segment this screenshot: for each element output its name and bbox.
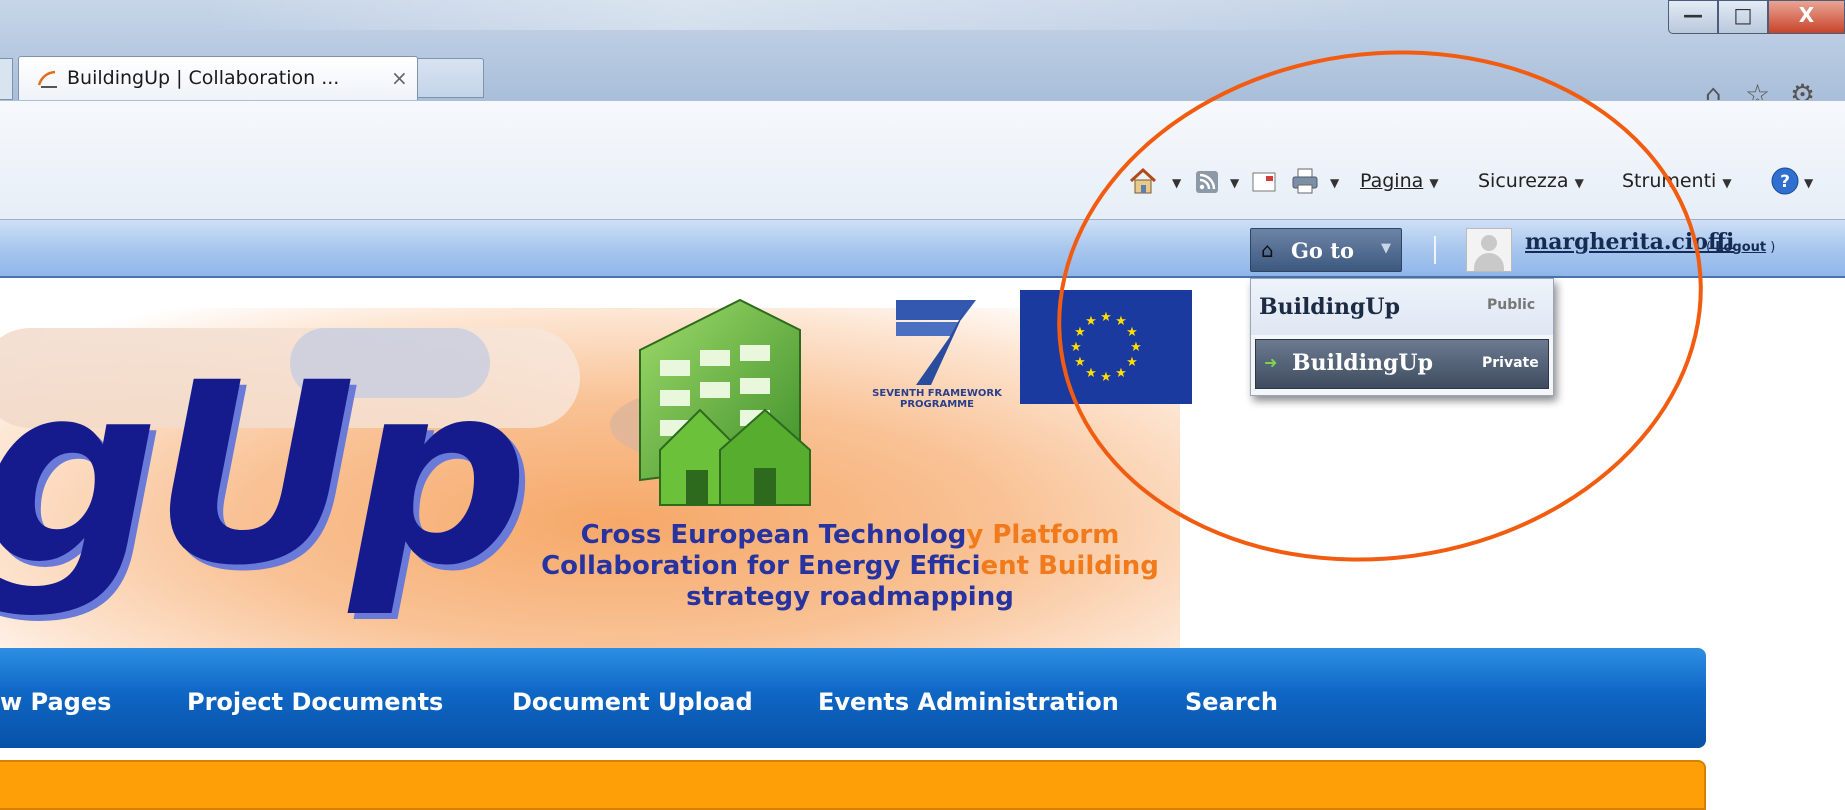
nav-item-document-upload[interactable]: Document Upload	[512, 688, 753, 716]
fp7-caption: SEVENTH FRAMEWORK PROGRAMME	[872, 388, 1002, 410]
site-favicon-icon	[37, 70, 57, 88]
goto-label: Go to	[1291, 238, 1354, 263]
chevron-down-icon: ▼	[1574, 176, 1584, 190]
tagline-line-2: Collaboration for Energy Efficient Build…	[480, 551, 1220, 582]
home-dropdown-icon[interactable]: ▼	[1172, 176, 1181, 190]
avatar-head	[1481, 235, 1497, 251]
menu-sicurezza[interactable]: Sicurezza ▼	[1478, 170, 1584, 192]
building-logo-icon	[639, 298, 811, 506]
tagline-line-1-orange: y Platform	[966, 520, 1120, 550]
svg-text:★: ★	[1070, 340, 1082, 355]
tab-title: BuildingUp | Collaboration ...	[67, 67, 340, 89]
tagline-line-3: strategy roadmapping	[686, 582, 1014, 612]
tagline-line-2-blue: Collaboration for Energy Effici	[541, 551, 981, 581]
rss-dropdown-icon[interactable]: ▼	[1230, 176, 1239, 190]
menu-pagina[interactable]: Pagina ▼	[1360, 170, 1439, 192]
nav-item-pages[interactable]: w Pages	[0, 688, 111, 716]
logout-close-paren: )	[1766, 240, 1776, 255]
menu-item-label: BuildingUp	[1292, 350, 1433, 376]
username-link[interactable]: margherita.cioffi	[1525, 229, 1734, 255]
svg-text:★: ★	[1126, 325, 1138, 340]
menu-pagina-label: Pagina	[1360, 170, 1424, 192]
svg-text:★: ★	[1085, 314, 1097, 329]
minimize-icon: —	[1683, 3, 1703, 27]
svg-text:★: ★	[1074, 355, 1086, 370]
help-dropdown-icon[interactable]: ▼	[1804, 176, 1813, 190]
print-icon[interactable]	[1290, 166, 1320, 196]
nav-item-search[interactable]: Search	[1185, 688, 1278, 716]
print-dropdown-icon[interactable]: ▼	[1330, 176, 1339, 190]
goto-dropdown-menu: BuildingUp Public ➜ BuildingUp Private	[1250, 278, 1554, 396]
new-tab-button[interactable]	[418, 58, 484, 98]
tagline-line-2-orange: ent Building	[980, 551, 1159, 581]
chevron-down-icon: ▼	[1429, 176, 1439, 190]
menu-item-tag: Public	[1487, 297, 1536, 313]
window-close-button[interactable]: X	[1768, 0, 1845, 34]
tagline-line-1: Cross European Technology Platform	[480, 520, 1220, 551]
tab-close-icon[interactable]: ×	[391, 66, 408, 90]
svg-text:★: ★	[1126, 355, 1138, 370]
close-icon: X	[1798, 3, 1815, 27]
active-tab[interactable]: BuildingUp | Collaboration ... ×	[18, 56, 418, 100]
nav-item-events-administration[interactable]: Events Administration	[818, 688, 1119, 716]
avatar-body	[1474, 253, 1504, 271]
nav-item-project-documents[interactable]: Project Documents	[187, 688, 443, 716]
banner-tagline: Cross European Technology Platform Colla…	[480, 520, 1220, 613]
main-nav-bar: w Pages Project Documents Document Uploa…	[0, 648, 1706, 748]
svg-text:★: ★	[1085, 366, 1097, 381]
svg-text:★: ★	[1100, 310, 1112, 325]
eu-flag-icon: ★ ★★ ★★★ ★★★ ★★★	[1020, 290, 1192, 404]
home-icon: ⌂	[1261, 238, 1274, 262]
menu-sicurezza-label: Sicurezza	[1478, 170, 1569, 192]
fp7-logo-icon	[896, 300, 976, 385]
rss-icon[interactable]	[1195, 170, 1219, 194]
window-minimize-button[interactable]: —	[1668, 0, 1718, 34]
maximize-icon: □	[1733, 3, 1753, 27]
previous-tab[interactable]	[0, 58, 13, 100]
logout-link[interactable]: Logout	[1715, 240, 1766, 255]
svg-text:?: ?	[1780, 172, 1790, 192]
logout-open-paren: (	[1706, 240, 1716, 255]
home-icon[interactable]	[1128, 166, 1158, 196]
chevron-down-icon: ▼	[1722, 176, 1732, 190]
svg-text:★: ★	[1074, 325, 1086, 340]
svg-text:★: ★	[1115, 366, 1127, 381]
mail-icon[interactable]	[1252, 172, 1276, 192]
menu-strumenti-label: Strumenti	[1622, 170, 1717, 192]
command-bar	[0, 100, 1845, 220]
menu-strumenti[interactable]: Strumenti ▼	[1622, 170, 1732, 192]
menu-item-buildingup-private[interactable]: ➜ BuildingUp Private	[1255, 339, 1549, 389]
avatar[interactable]	[1466, 228, 1512, 272]
svg-text:★: ★	[1115, 314, 1127, 329]
window-maximize-button[interactable]: □	[1718, 0, 1768, 34]
logout-group: ( Logout )	[1706, 240, 1775, 255]
help-icon[interactable]: ?	[1770, 166, 1800, 196]
site-logo-text: gUp	[0, 329, 529, 620]
chevron-down-icon: ▼	[1381, 241, 1391, 256]
svg-text:★: ★	[1100, 370, 1112, 385]
content-header-bar	[0, 760, 1706, 810]
tagline-line-1-blue: Cross European Technolog	[580, 520, 967, 550]
menu-item-buildingup-public[interactable]: BuildingUp Public	[1251, 279, 1553, 335]
divider	[1434, 236, 1436, 264]
menu-item-label: BuildingUp	[1259, 294, 1400, 320]
goto-button[interactable]: ⌂ Go to ▼	[1250, 228, 1402, 272]
svg-text:★: ★	[1130, 340, 1142, 355]
arrow-right-icon: ➜	[1264, 353, 1278, 372]
menu-item-tag: Private	[1482, 355, 1539, 371]
